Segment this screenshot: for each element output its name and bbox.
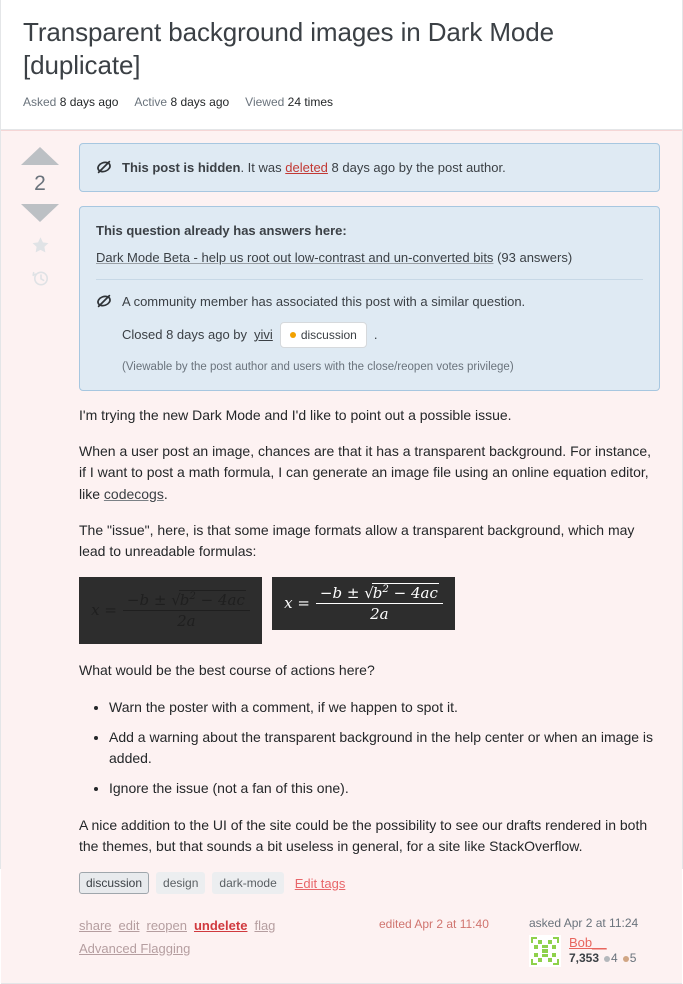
tag-list: discussion design dark-mode Edit tags <box>79 872 660 895</box>
closed-period: . <box>373 326 378 342</box>
stat-viewed: Viewed 24 times <box>245 95 333 109</box>
paragraph-3: The "issue", here, is that some image fo… <box>79 521 635 560</box>
question-post: 2 This post is hidden. It was deleted 8 … <box>1 142 682 968</box>
post-body: I'm trying the new Dark Mode and I'd lik… <box>79 405 660 857</box>
paragraph-1: I'm trying the new Dark Mode and I'd lik… <box>79 406 512 423</box>
post-footer: share edit reopen undelete flag Advanced Fla… <box>79 916 660 968</box>
associated-text: A community member has associated this p… <box>122 294 526 310</box>
notice-divider <box>96 279 643 281</box>
stat-asked: Asked 8 days ago <box>23 95 118 109</box>
stat-asked-value: 8 days ago <box>59 94 119 109</box>
identicon-avatar[interactable] <box>529 935 561 968</box>
list-item: Add a warning about the transparent back… <box>109 727 660 770</box>
vote-cell: 2 <box>11 143 69 287</box>
paragraph-5: A nice addition to the UI of the site co… <box>79 816 648 854</box>
vote-count: 2 <box>34 171 46 195</box>
gold-dot-icon <box>289 331 296 338</box>
bronze-badge-count: 5 <box>629 951 637 966</box>
duplicate-heading-colon: : <box>342 223 347 239</box>
owner-username[interactable]: Bob__ <box>569 935 636 951</box>
paragraph-2-b: . <box>163 485 168 502</box>
formula-image-unreadable: x = −b ± √b2 − 4ac 2a <box>79 577 262 645</box>
hidden-post-notice: This post is hidden. It was deleted 8 da… <box>79 142 660 193</box>
duplicate-question-link[interactable]: Dark Mode Beta - help us root out low-co… <box>96 250 493 265</box>
owner-reputation: 7,353 <box>569 951 600 966</box>
quadratic-formula-light: x = −b ± √b2 − 4ac 2a <box>284 583 443 624</box>
edited-timestamp[interactable]: edited Apr 2 at 11:40 <box>379 916 529 931</box>
closed-reason-tag-label: discussion <box>300 327 357 342</box>
reopen-link[interactable]: reopen <box>147 918 187 933</box>
duplicate-link-row: Dark Mode Beta - help us root out low-co… <box>96 248 643 268</box>
asked-timestamp: asked Apr 2 at 11:24 <box>529 916 639 931</box>
bronze-badge-icon <box>622 956 629 963</box>
owner-card: asked Apr 2 at 11:24 Bob__ 7,353 4 5 <box>529 916 660 968</box>
owner-details: Bob__ 7,353 4 5 <box>529 935 660 968</box>
hidden-eye-off-icon <box>96 293 112 309</box>
privilege-note: (Viewable by the post author and users w… <box>122 360 514 373</box>
hidden-notice-text: This post is hidden. It was deleted 8 da… <box>122 158 506 178</box>
tag-discussion[interactable]: discussion <box>79 872 150 895</box>
stat-active: Active 8 days ago <box>134 95 229 109</box>
closed-by-line: Closed 8 days ago by yivi discussion . <box>122 321 643 348</box>
hidden-eye-off-icon <box>96 159 112 175</box>
hidden-notice-bold: This post is hidden <box>122 159 241 175</box>
downvote-button[interactable] <box>21 203 59 222</box>
closed-prefix: Closed 8 days ago by <box>122 326 248 342</box>
hidden-notice-post: 8 days ago by the post author. <box>327 159 506 175</box>
silver-badge-count: 4 <box>611 951 618 966</box>
post-menu: share edit reopen undelete flag Advanced Fla… <box>79 916 379 960</box>
question-header: Transparent background images in Dark Mo… <box>1 0 682 130</box>
upvote-button[interactable] <box>21 146 59 165</box>
stat-active-label: Active <box>134 94 168 109</box>
share-link[interactable]: share <box>79 918 112 933</box>
advanced-flagging-link[interactable]: Advanced Flagging <box>79 939 372 960</box>
edit-tags-link[interactable]: Edit tags <box>295 876 346 891</box>
tag-dark-mode[interactable]: dark-mode <box>212 872 284 895</box>
stat-asked-label: Asked <box>23 94 57 109</box>
silver-badge-icon <box>604 956 611 963</box>
question-page: Transparent background images in Dark Mo… <box>0 0 683 984</box>
paragraph-4: What would be the best course of actions… <box>79 662 375 679</box>
formula-images: x = −b ± √b2 − 4ac 2a x = −b ± √b2 − 4ac… <box>79 577 660 645</box>
deleted-link[interactable]: deleted <box>285 160 328 175</box>
duplicate-heading: This question already has answers here: <box>96 221 643 241</box>
tag-design[interactable]: design <box>156 872 206 895</box>
deleted-post-container: 2 This post is hidden. It was deleted 8 … <box>1 129 682 984</box>
codecogs-link[interactable]: codecogs <box>104 486 164 502</box>
owner-info: Bob__ 7,353 4 5 <box>569 935 636 965</box>
paragraph-2: When a user post an image, chances are t… <box>79 441 660 505</box>
closed-reason-tag[interactable]: discussion <box>279 321 367 348</box>
duplicate-notice: This question already has answers here: … <box>79 206 660 391</box>
hidden-notice-pre: . It was <box>240 159 286 175</box>
duplicate-heading-text: This question already has answers here <box>96 223 343 239</box>
clock-history-icon[interactable] <box>31 269 49 287</box>
list-item: Ignore the issue (not a fan of this one)… <box>109 778 660 799</box>
stat-active-value: 8 days ago <box>170 94 230 109</box>
stat-viewed-value: 24 times <box>287 94 334 109</box>
quadratic-formula-dark: x = −b ± √b2 − 4ac 2a <box>91 590 250 631</box>
page-title: Transparent background images in Dark Mo… <box>23 17 554 81</box>
duplicate-answer-count: (93 answers) <box>497 249 573 265</box>
question-stats: Asked 8 days ago Active 8 days ago Viewe… <box>23 95 660 119</box>
edit-link[interactable]: edit <box>119 918 140 933</box>
list-item: Warn the poster with a comment, if we ha… <box>109 697 660 718</box>
owner-reputation-row: 7,353 4 5 <box>569 951 636 965</box>
stat-viewed-label: Viewed <box>245 94 285 109</box>
flag-link[interactable]: flag <box>254 918 275 933</box>
formula-image-readable: x = −b ± √b2 − 4ac 2a <box>272 577 455 631</box>
star-icon[interactable] <box>31 236 50 255</box>
closed-by-user-link[interactable]: yivi <box>254 325 273 345</box>
undelete-link[interactable]: undelete <box>194 918 247 933</box>
post-content: This post is hidden. It was deleted 8 da… <box>69 142 660 968</box>
options-list: Warn the poster with a comment, if we ha… <box>79 697 660 800</box>
